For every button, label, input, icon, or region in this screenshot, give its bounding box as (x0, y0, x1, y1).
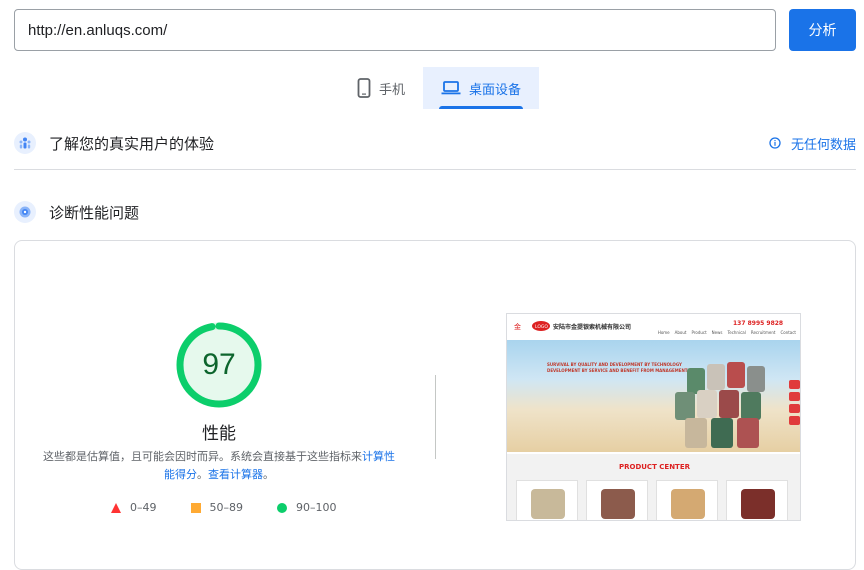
vertical-separator (435, 375, 436, 459)
screenshot-company-name: 安陆市金提银索机械有限公司 (553, 324, 632, 331)
laptop-icon (441, 81, 461, 95)
legend-average-range: 50–89 (209, 501, 244, 514)
url-input[interactable] (14, 9, 776, 51)
side-button (789, 404, 800, 413)
legend-average: 50–89 (190, 501, 244, 514)
screenshot-nav-item: Recruitment (750, 330, 776, 335)
diagnostics-title: 诊断性能问题 (49, 203, 140, 222)
info-icon (769, 137, 781, 149)
no-data-link[interactable]: 无任何数据 (769, 134, 856, 153)
performance-score: 97 (202, 348, 236, 381)
diagnostics-header: 诊断性能问题 (14, 197, 856, 227)
roller-image (719, 390, 739, 418)
page-screenshot: 金 LOGO 安陆市金提银索机械有限公司 137 8995 9828 Home A… (506, 313, 801, 521)
url-bar: 分析 (14, 9, 856, 51)
square-icon (190, 502, 201, 513)
score-legend: 0–49 50–89 90–100 (111, 501, 337, 514)
screenshot-nav-item: About (674, 330, 687, 335)
screenshot-hero-text: SURVIVAL BY QUALITY AND DEVELOPMENT BY T… (547, 362, 688, 374)
company-logo: 金 LOGO (513, 320, 550, 332)
svg-text:金: 金 (514, 322, 521, 331)
section-divider (14, 169, 856, 170)
desc-end: 。 (263, 468, 274, 481)
svg-text:LOGO: LOGO (535, 324, 548, 330)
desc-sep: 。 (197, 468, 208, 481)
performance-label: 性能 (202, 424, 236, 444)
screenshot-nav: Home About Product News Technical Recrui… (658, 330, 796, 335)
roller-image (737, 418, 759, 448)
roller-image (675, 392, 695, 420)
screenshot-nav-item: Technical (727, 330, 746, 335)
roller-image (697, 390, 717, 418)
triangle-icon (111, 502, 121, 513)
screenshot-hero-banner: SURVIVAL BY QUALITY AND DEVELOPMENT BY T… (507, 340, 800, 452)
smartphone-icon (357, 78, 371, 98)
side-button (789, 392, 800, 401)
field-data-title: 了解您的真实用户的体验 (49, 134, 215, 153)
screenshot-nav-item: Contact (780, 330, 796, 335)
screenshot-header: 金 LOGO 安陆市金提银索机械有限公司 137 8995 9828 Home A… (507, 314, 800, 338)
legend-fail-range: 0–49 (130, 501, 157, 514)
product-thumbnail (586, 480, 648, 520)
side-button (789, 416, 800, 425)
performance-card: 97 性能 这些都是估算值，且可能会因时而异。系统会直接基于这些指标来计算性能得… (14, 240, 856, 570)
roller-image (711, 418, 733, 448)
circle-icon (277, 502, 287, 513)
screenshot-phone: 137 8995 9828 (733, 320, 784, 327)
lab-icon (14, 201, 36, 223)
hero-line: DEVELOPMENT BY SERVICE AND BENEFIT FROM … (547, 368, 688, 373)
calculator-link[interactable]: 查看计算器 (208, 468, 263, 481)
product-thumbnail (726, 480, 788, 520)
product-thumbnail (656, 480, 718, 520)
legend-pass: 90–100 (277, 501, 337, 514)
product-thumbnail (516, 480, 578, 520)
device-tabs: 手机 桌面设备 (339, 67, 540, 109)
screenshot-nav-item: News (711, 330, 723, 335)
analyze-button[interactable]: 分析 (789, 9, 856, 51)
performance-gauge[interactable]: 97 (175, 321, 263, 409)
roller-image (741, 392, 761, 420)
legend-fail: 0–49 (111, 501, 157, 514)
users-icon (14, 132, 36, 154)
tab-desktop-label: 桌面设备 (469, 82, 522, 98)
performance-description: 这些都是估算值，且可能会因时而异。系统会直接基于这些指标来计算性能得分。查看计算… (39, 448, 399, 484)
roller-image (685, 418, 707, 448)
tab-desktop[interactable]: 桌面设备 (423, 67, 540, 109)
product-center-title: PRODUCT CENTER (618, 463, 691, 471)
screenshot-nav-item: Product (691, 330, 707, 335)
field-data-header: 了解您的真实用户的体验 无任何数据 (14, 128, 856, 158)
roller-image (727, 362, 745, 388)
screenshot-nav-item: Home (657, 330, 670, 335)
screenshot-product-center: PRODUCT CENTER (507, 454, 800, 520)
legend-pass-range: 90–100 (296, 501, 337, 514)
performance-desc-text: 这些都是估算值，且可能会因时而异。系统会直接基于这些指标来 (43, 450, 362, 463)
roller-image (747, 366, 765, 392)
side-button (789, 380, 800, 389)
tab-mobile-label: 手机 (379, 82, 406, 98)
roller-image (707, 364, 725, 390)
tab-mobile[interactable]: 手机 (339, 67, 423, 109)
no-data-label: 无任何数据 (790, 137, 856, 153)
